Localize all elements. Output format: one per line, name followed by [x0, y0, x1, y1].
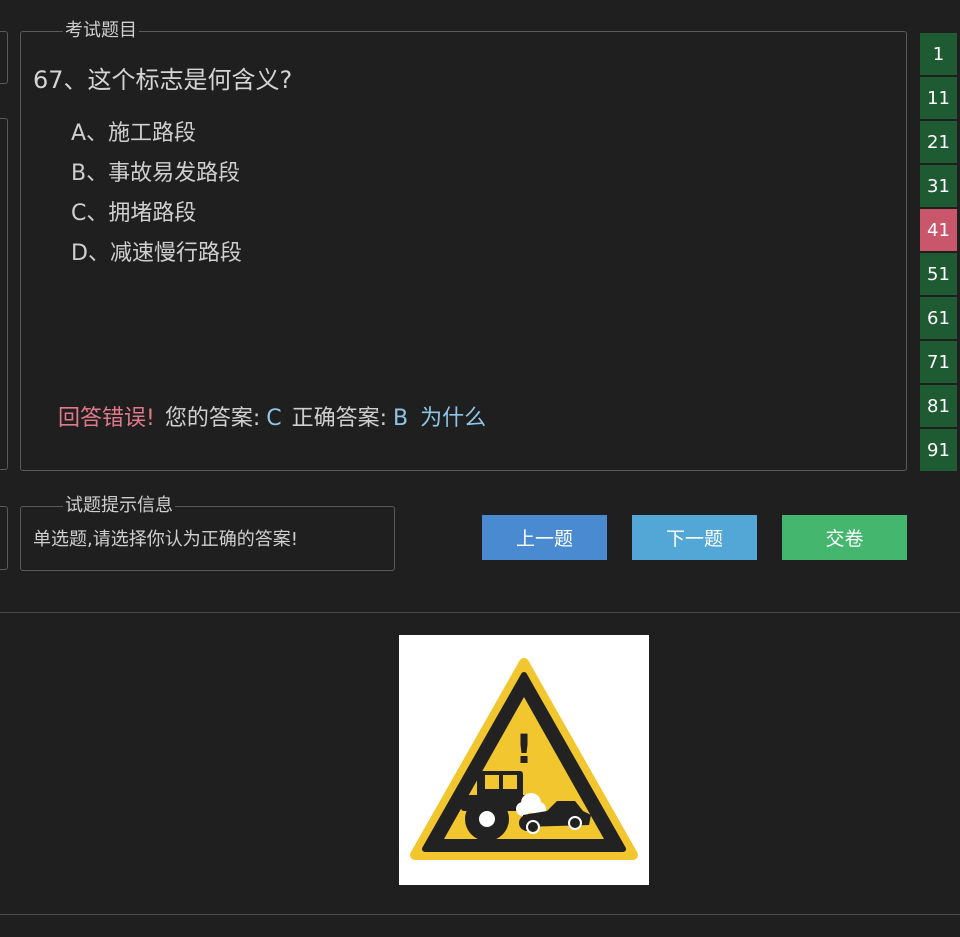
question-navigator: 1 11 21 31 41 51 61 71 81 91 [920, 33, 960, 473]
option-d[interactable]: D、减速慢行路段 [71, 234, 242, 274]
left-panel-edge-main [0, 118, 8, 470]
exam-question-panel: 考试题目 67、这个标志是何含义? A、施工路段 B、事故易发路段 C、拥堵路段… [20, 20, 907, 471]
option-a[interactable]: A、施工路段 [71, 114, 242, 154]
nav-question-91[interactable]: 91 [920, 429, 960, 471]
prev-question-button[interactable]: 上一题 [482, 515, 607, 560]
hint-legend: 试题提示信息 [63, 495, 175, 517]
exclamation-mark: ! [515, 727, 533, 773]
nav-question-41[interactable]: 41 [920, 209, 960, 251]
left-panel-edge-bottom [0, 506, 8, 570]
nav-question-21[interactable]: 21 [920, 121, 960, 163]
accident-prone-warning-sign-icon: ! [410, 658, 638, 860]
nav-question-61[interactable]: 61 [920, 297, 960, 339]
why-link[interactable]: 为什么 [420, 406, 486, 431]
result-status: 回答错误! [58, 406, 155, 431]
question-title: 67、这个标志是何含义? [33, 66, 293, 94]
nav-question-31[interactable]: 31 [920, 165, 960, 207]
option-c[interactable]: C、拥堵路段 [71, 194, 242, 234]
nav-question-81[interactable]: 81 [920, 385, 960, 427]
divider-top [0, 612, 960, 613]
your-answer-value: C [266, 406, 282, 431]
answer-options: A、施工路段 B、事故易发路段 C、拥堵路段 D、减速慢行路段 [71, 114, 242, 274]
your-answer-label: 您的答案: [164, 406, 261, 431]
left-panel-edge-top [0, 31, 8, 84]
submit-exam-button[interactable]: 交卷 [782, 515, 907, 560]
answer-result: 回答错误! 您的答案: C 正确答案: B 为什么 [58, 400, 486, 432]
hint-text: 单选题,请选择你认为正确的答案! [33, 529, 298, 550]
sign-image: ! [399, 635, 649, 885]
correct-answer-value: B [393, 406, 409, 431]
nav-question-51[interactable]: 51 [920, 253, 960, 295]
hint-panel: 试题提示信息 单选题,请选择你认为正确的答案! [20, 495, 395, 571]
option-b[interactable]: B、事故易发路段 [71, 154, 242, 194]
nav-question-1[interactable]: 1 [920, 33, 960, 75]
next-question-button[interactable]: 下一题 [632, 515, 757, 560]
exam-question-legend: 考试题目 [63, 20, 139, 42]
correct-answer-label: 正确答案: [291, 406, 388, 431]
nav-question-11[interactable]: 11 [920, 77, 960, 119]
divider-bottom [0, 914, 960, 915]
nav-question-71[interactable]: 71 [920, 341, 960, 383]
